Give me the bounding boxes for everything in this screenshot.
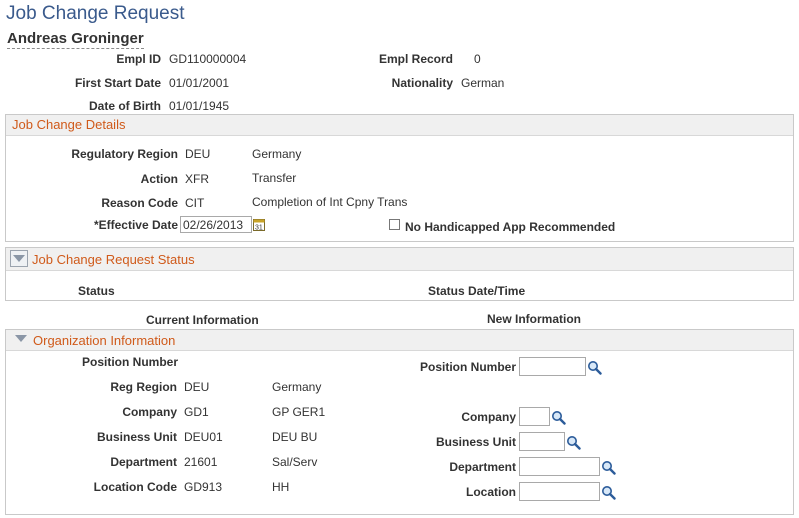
- current-business-unit-code: DEU01: [184, 430, 223, 444]
- regulatory-region-desc: Germany: [252, 147, 302, 161]
- triangle-down-icon: [13, 255, 25, 262]
- current-position-number-label: Position Number: [82, 355, 179, 369]
- new-position-number-input[interactable]: [519, 357, 586, 376]
- first-start-date-label: First Start Date: [74, 76, 161, 90]
- status-header: Status: [78, 284, 115, 298]
- current-department-desc: Sal/Serv: [272, 455, 318, 469]
- new-business-unit-input[interactable]: [519, 432, 565, 451]
- section-header: Job Change Details: [6, 115, 793, 136]
- action-label: Action: [140, 172, 178, 186]
- first-start-date-value: 01/01/2001: [169, 76, 230, 90]
- request-status-section: Job Change Request Status: [5, 247, 794, 301]
- current-department-code: 21601: [184, 455, 218, 469]
- no-handicapped-label: No Handicapped App Recommended: [405, 220, 616, 234]
- current-department-label: Department: [110, 455, 177, 469]
- section-title: Organization Information: [33, 333, 176, 348]
- current-business-unit-label: Business Unit: [96, 430, 177, 444]
- section-title: Job Change Request Status: [32, 252, 195, 267]
- status-date-header: Status Date/Time: [428, 284, 526, 298]
- reason-desc: Completion of Int Cpny Trans: [252, 195, 408, 209]
- current-reg-region-label: Reg Region: [110, 380, 177, 394]
- magnifier-icon[interactable]: [601, 485, 616, 500]
- action-desc: Transfer: [252, 171, 297, 185]
- calendar-icon[interactable]: 31: [253, 218, 265, 231]
- regulatory-region-code: DEU: [185, 147, 211, 161]
- dob-label: Date of Birth: [89, 99, 161, 113]
- section-header: Organization Information: [6, 330, 793, 351]
- section-title: Job Change Details: [12, 117, 126, 132]
- current-reg-region-code: DEU: [184, 380, 210, 394]
- triangle-down-icon[interactable]: [15, 335, 27, 342]
- empl-record-label: Empl Record: [378, 52, 453, 66]
- nationality-label: Nationality: [391, 76, 453, 90]
- magnifier-icon[interactable]: [601, 460, 616, 475]
- action-code: XFR: [185, 172, 209, 186]
- effective-date-input[interactable]: 02/26/2013: [180, 216, 252, 233]
- current-reg-region-desc: Germany: [272, 380, 322, 394]
- current-location-code: GD913: [184, 480, 223, 494]
- effective-date-label: *Effective Date: [93, 218, 178, 232]
- collapse-toggle[interactable]: [10, 250, 28, 267]
- new-position-number-label: Position Number: [419, 360, 516, 374]
- new-info-header: New Information: [487, 312, 582, 326]
- new-location-input[interactable]: [519, 482, 600, 501]
- new-department-input[interactable]: [519, 457, 600, 476]
- nationality-value: German: [461, 76, 505, 90]
- current-company-label: Company: [122, 405, 177, 419]
- current-info-header: Current Information: [146, 313, 259, 327]
- section-header: Job Change Request Status: [6, 248, 793, 271]
- current-location-label: Location Code: [93, 480, 177, 494]
- page-title: Job Change Request: [6, 3, 185, 24]
- new-department-label: Department: [449, 460, 516, 474]
- magnifier-icon[interactable]: [566, 435, 581, 450]
- svg-text:31: 31: [255, 225, 263, 232]
- magnifier-icon[interactable]: [587, 360, 602, 375]
- new-business-unit-label: Business Unit: [435, 435, 516, 449]
- dob-value: 01/01/1945: [169, 99, 230, 113]
- regulatory-region-label: Regulatory Region: [71, 147, 178, 161]
- empl-id-value: GD110000004: [169, 52, 247, 66]
- current-company-desc: GP GER1: [272, 405, 326, 419]
- new-company-input[interactable]: [519, 407, 550, 426]
- reason-code-label: Reason Code: [101, 196, 178, 210]
- no-handicapped-checkbox[interactable]: [389, 219, 400, 230]
- empl-id-label: Empl ID: [116, 52, 161, 66]
- current-location-desc: HH: [272, 480, 290, 494]
- new-company-label: Company: [461, 410, 516, 424]
- new-location-label: Location: [466, 485, 516, 499]
- current-company-code: GD1: [184, 405, 209, 419]
- magnifier-icon[interactable]: [551, 410, 566, 425]
- empl-record-value: 0: [474, 52, 481, 66]
- reason-code: CIT: [185, 196, 205, 210]
- employee-name: Andreas Groninger: [7, 30, 144, 49]
- current-business-unit-desc: DEU BU: [272, 430, 318, 444]
